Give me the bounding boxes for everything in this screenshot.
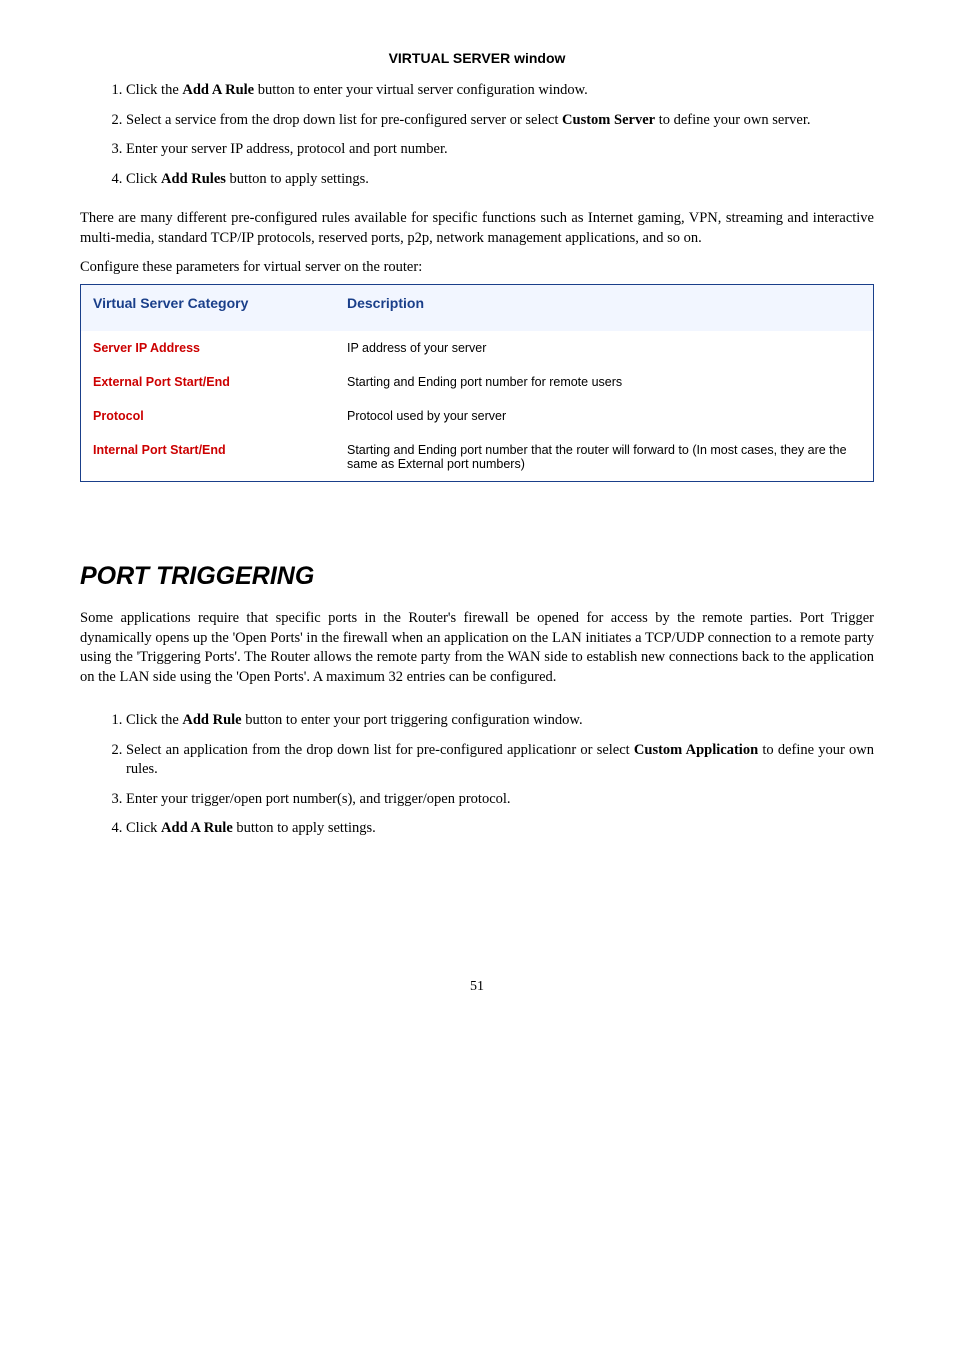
steps-list-2: Click the Add Rule button to enter your … [80,711,874,839]
paragraph-configure: Configure these parameters for virtual s… [80,258,874,278]
paragraph-rules: There are many different pre-configured … [80,209,874,248]
virtual-server-heading: VIRTUAL SERVER window [80,50,874,66]
row-int-port-key: Internal Port Start/End [81,433,336,482]
step2-2: Select an application from the drop down… [126,741,874,780]
row-ext-port-key: External Port Start/End [81,365,336,399]
step1-2: Select a service from the drop down list… [126,111,874,131]
table-header-category: Virtual Server Category [81,284,336,331]
row-ext-port-val: Starting and Ending port number for remo… [335,365,874,399]
step1-4: Click Add Rules button to apply settings… [126,170,874,190]
row-server-ip-key: Server IP Address [81,331,336,365]
row-protocol-key: Protocol [81,399,336,433]
steps-list-1: Click the Add A Rule button to enter you… [80,81,874,189]
step1-3: Enter your server IP address, protocol a… [126,140,874,160]
page-number: 51 [80,979,874,995]
row-server-ip-val: IP address of your server [335,331,874,365]
step2-4: Click Add A Rule button to apply setting… [126,819,874,839]
section-port-triggering: PORT TRIGGERING [80,562,874,591]
step2-1: Click the Add Rule button to enter your … [126,711,874,731]
step2-3: Enter your trigger/open port number(s), … [126,790,874,810]
row-int-port-val: Starting and Ending port number that the… [335,433,874,482]
paragraph-port-trigger: Some applications require that specific … [80,609,874,687]
row-protocol-val: Protocol used by your server [335,399,874,433]
step1-1: Click the Add A Rule button to enter you… [126,81,874,101]
table-header-description: Description [335,284,874,331]
params-table: Virtual Server Category Description Serv… [80,284,874,482]
